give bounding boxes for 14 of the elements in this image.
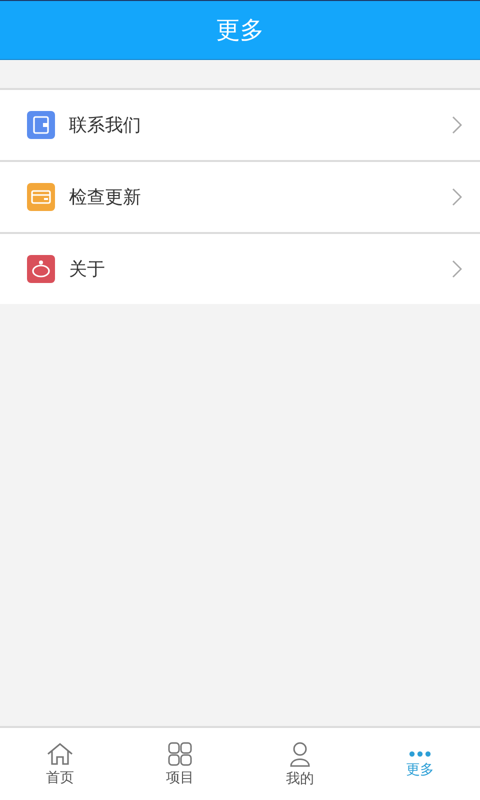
menu-item[interactable]: 关于	[0, 234, 480, 304]
more-icon	[408, 750, 432, 758]
chevron-icon	[452, 260, 462, 278]
home-icon	[46, 742, 74, 766]
page-title: 更多	[216, 15, 264, 46]
menu-item[interactable]: 检查更新	[0, 162, 480, 234]
nav-tab[interactable]: 首页	[0, 728, 120, 800]
menu-item[interactable]: 联系我们	[0, 90, 480, 162]
chevron-icon	[452, 116, 462, 134]
chevron-icon	[452, 188, 462, 206]
nav-tab[interactable]: 我的	[240, 728, 360, 800]
nav-tab[interactable]: 项目	[120, 728, 240, 800]
grid-icon	[168, 742, 192, 766]
user-icon	[289, 740, 311, 766]
